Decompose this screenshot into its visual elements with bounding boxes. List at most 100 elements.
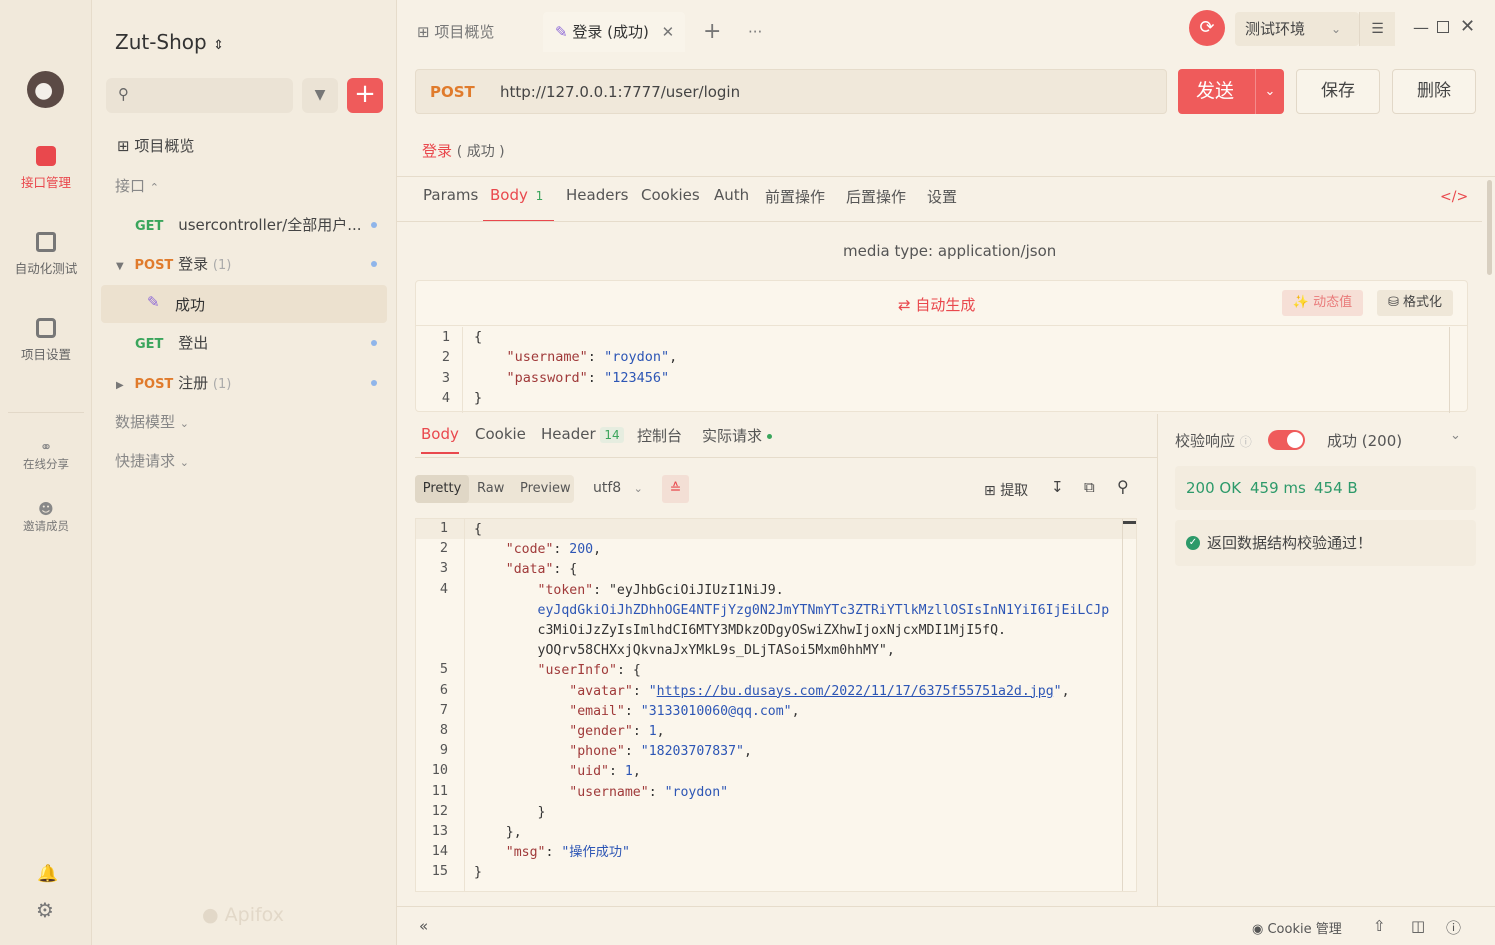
line-text: "uid": 1,	[569, 764, 641, 780]
line-text: }	[474, 804, 546, 820]
more-tabs-button[interactable]: ···	[748, 12, 762, 52]
tab-response-header[interactable]: Header 14	[541, 425, 624, 443]
validate-toggle[interactable]	[1268, 430, 1305, 450]
line-text: yOQrv58CHXxjQkvnaJxYMkL9s_DLjTASoi5Mxm0h…	[474, 643, 895, 659]
line-number: 6	[439, 681, 448, 698]
sidebar-group-quick-request[interactable]: 快捷请求 ⌄	[115, 443, 189, 479]
save-button[interactable]: 保存	[1296, 69, 1380, 114]
env-select[interactable]: 测试环境 ⌄	[1235, 12, 1359, 46]
tab-pre-ops[interactable]: 前置操作	[765, 186, 825, 207]
sync-button[interactable]: ⟳	[1189, 10, 1225, 46]
sidebar-item-overview[interactable]: ⊞ 项目概览	[117, 128, 194, 164]
sidebar-api-item[interactable]: GET usercontroller/全部用户...	[135, 207, 385, 243]
minimize-button[interactable]: —	[1413, 18, 1429, 37]
sidebar-case-item[interactable]: ✎ 成功	[101, 285, 387, 323]
gear-icon[interactable]: ⚙	[36, 898, 54, 922]
sidebar-api-item[interactable]: GET 登出	[135, 325, 385, 361]
close-window-button[interactable]: ✕	[1460, 16, 1475, 37]
page-scrollbar[interactable]	[1487, 180, 1492, 275]
url-input[interactable]: http://127.0.0.1:7777/user/login	[500, 83, 740, 101]
request-body-editor[interactable]: ⇄ 自动生成 ✨ 动态值 ⛁ 格式化 1234 { "username": "r…	[415, 280, 1468, 413]
avatar[interactable]	[27, 71, 64, 108]
code-line: 9 "phone": "18203707837",	[416, 742, 1121, 762]
rail-item-settings[interactable]: 项目设置	[0, 318, 92, 363]
send-button[interactable]: 发送 ⌄	[1178, 69, 1284, 114]
sidebar-api-item[interactable]: ▶ POST 注册 (1)	[116, 365, 385, 401]
invite-button[interactable]: ☻ 邀请成员	[0, 500, 92, 534]
validate-response-label: 校验响应 ⓘ	[1175, 432, 1252, 450]
chevron-down-icon[interactable]: ⌄	[1255, 69, 1284, 114]
chevron-down-icon: ⌄	[633, 482, 643, 495]
project-switcher[interactable]: Zut-Shop ⇕	[115, 30, 224, 54]
download-icon[interactable]: ↧	[1051, 478, 1064, 496]
line-number: 2	[439, 540, 448, 557]
dynamic-value-button[interactable]: ✨ 动态值	[1282, 290, 1363, 316]
line-number: 12	[431, 802, 448, 819]
close-icon[interactable]: ✕	[662, 23, 675, 41]
line-text: {	[474, 522, 482, 537]
code-line: 8 "gender": 1,	[416, 722, 1121, 742]
tab-response-body[interactable]: Body	[421, 425, 459, 454]
tab-actual-request[interactable]: 实际请求	[702, 425, 772, 446]
tab-params[interactable]: Params	[423, 186, 478, 204]
tab-settings[interactable]: 设置	[927, 186, 957, 207]
encoding-select[interactable]: utf8 ⌄	[593, 480, 643, 496]
collapse-icon[interactable]: «	[419, 917, 428, 935]
method-select[interactable]: POST	[430, 83, 475, 101]
mode-pretty[interactable]: Pretty	[415, 475, 469, 503]
scroll-thumb[interactable]	[1122, 521, 1136, 524]
tab-console[interactable]: 控制台	[637, 425, 682, 446]
sidebar-api-item[interactable]: ▼ POST 登录 (1)	[116, 246, 385, 282]
request-json[interactable]: { "username": "roydon", "password": "123…	[474, 327, 677, 408]
status-dot	[371, 222, 377, 228]
tab-overview[interactable]: ⊞ 项目概览	[417, 12, 537, 52]
auto-generate-button[interactable]: ⇄ 自动生成	[898, 294, 975, 315]
divider	[397, 176, 1495, 177]
upload-icon[interactable]: ⇧	[1373, 917, 1386, 935]
add-button[interactable]: +	[347, 78, 383, 113]
validation-message: ✓ 返回数据结构校验通过！	[1175, 520, 1476, 566]
maximize-button[interactable]	[1437, 21, 1449, 33]
rail-item-api[interactable]: 接口管理	[0, 146, 92, 191]
tab-headers[interactable]: Headers	[566, 186, 628, 204]
validation-result-select[interactable]: 成功 (200)	[1327, 430, 1402, 451]
share-icon: ⚭	[39, 438, 53, 456]
tab-cookies[interactable]: Cookies	[641, 186, 700, 204]
response-scrollbar[interactable]	[1122, 519, 1123, 891]
sidebar-group-api[interactable]: 接口 ⌃	[115, 168, 159, 204]
tab-body[interactable]: Body 1	[483, 186, 554, 222]
tab-response-cookie[interactable]: Cookie	[475, 425, 526, 443]
search-input[interactable]: ⚲	[106, 78, 293, 113]
tab-login-success[interactable]: ✎ 登录 (成功) ✕	[543, 12, 685, 52]
response-body-viewer[interactable]: 1{2 "code": 200, 3 "data": {4 "token": "e…	[415, 518, 1137, 892]
delete-button[interactable]: 删除	[1392, 69, 1476, 114]
chevron-up-icon: ⌃	[149, 181, 160, 194]
search-icon[interactable]: ⚲	[1117, 477, 1129, 496]
tab-post-ops[interactable]: 后置操作	[846, 186, 906, 207]
editor-toolbar: ⇄ 自动生成 ✨ 动态值 ⛁ 格式化	[416, 281, 1467, 326]
wrap-button[interactable]: ≙	[662, 475, 689, 503]
extract-button[interactable]: ⊞ 提取	[984, 480, 1028, 500]
editor-scrollbar[interactable]	[1449, 327, 1450, 413]
mode-preview[interactable]: Preview	[520, 475, 571, 503]
bell-icon[interactable]: 🔔	[37, 864, 58, 884]
new-tab-button[interactable]: +	[703, 12, 721, 52]
code-icon[interactable]: </>	[1440, 189, 1468, 205]
code-line: eyJqdGkiOiJhZDhhOGE4NTFjYzg0N2JmYTNmYTc3…	[416, 601, 1121, 621]
shirt-icon[interactable]: ◫	[1411, 917, 1425, 935]
cookie-manager-button[interactable]: ◉ Cookie 管理	[1252, 918, 1342, 937]
copy-icon[interactable]: ⧉	[1084, 478, 1095, 496]
format-button[interactable]: ⛁ 格式化	[1377, 290, 1453, 316]
line-text: },	[474, 825, 522, 840]
help-icon[interactable]: ⓘ	[1446, 917, 1461, 938]
env-menu-button[interactable]: ☰	[1359, 12, 1395, 46]
chevron-down-icon[interactable]: ⌄	[1450, 428, 1461, 443]
tab-auth[interactable]: Auth	[714, 186, 749, 204]
mode-raw[interactable]: Raw	[477, 475, 504, 503]
filter-button[interactable]: ▼	[302, 78, 338, 113]
rail-item-automation[interactable]: 自动化测试	[0, 232, 92, 277]
share-button[interactable]: ⚭ 在线分享	[0, 438, 92, 472]
sidebar-group-data-model[interactable]: 数据模型 ⌄	[115, 404, 189, 440]
settings-icon	[36, 318, 56, 338]
url-bar[interactable]: POST http://127.0.0.1:7777/user/login	[415, 69, 1167, 114]
